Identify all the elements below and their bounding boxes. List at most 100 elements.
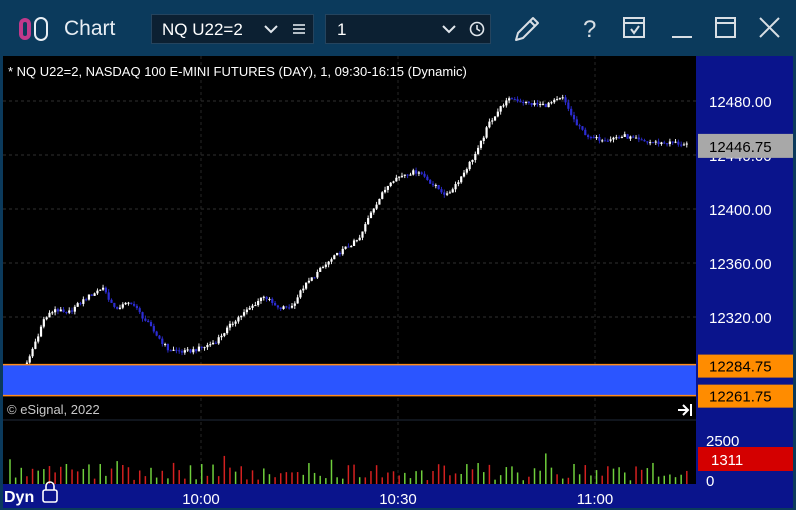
candle-body bbox=[45, 317, 48, 320]
candle-body bbox=[665, 143, 669, 145]
interval-input[interactable]: 1 bbox=[325, 14, 491, 44]
candle-body bbox=[429, 179, 432, 184]
time-tick-label: 11:00 bbox=[577, 491, 613, 508]
candle-body bbox=[172, 349, 175, 351]
candle-body bbox=[381, 192, 384, 199]
candle-body bbox=[612, 137, 615, 140]
candle-body bbox=[259, 297, 263, 301]
candle-body bbox=[203, 347, 206, 349]
candle-body bbox=[510, 98, 514, 100]
candle-body bbox=[680, 144, 683, 146]
candle-body bbox=[70, 310, 74, 312]
candle-body bbox=[409, 174, 412, 176]
candle-body bbox=[634, 137, 638, 139]
symbol-input[interactable]: NQ U22=2 bbox=[151, 14, 314, 44]
candle-body bbox=[567, 102, 570, 109]
candle-body bbox=[437, 185, 440, 190]
candle-body bbox=[601, 140, 604, 142]
candle-body bbox=[338, 252, 342, 255]
candle-body bbox=[609, 139, 612, 141]
candle-body bbox=[496, 111, 499, 117]
candle-body bbox=[564, 97, 567, 103]
help-icon[interactable]: ? bbox=[580, 15, 602, 43]
candle-body bbox=[519, 101, 522, 103]
candle-body bbox=[637, 137, 640, 140]
pencil-icon[interactable] bbox=[511, 13, 543, 45]
candle-body bbox=[352, 240, 356, 247]
candle-body bbox=[290, 305, 294, 308]
candle-body bbox=[39, 326, 43, 337]
candle-body bbox=[327, 261, 330, 265]
candle-body bbox=[62, 309, 65, 313]
candle-body bbox=[271, 298, 274, 303]
candle-body bbox=[575, 119, 578, 126]
minimize-icon[interactable] bbox=[670, 16, 694, 40]
time-tick-label: 10:00 bbox=[182, 491, 220, 508]
candle-body bbox=[316, 271, 319, 278]
candle-body bbox=[116, 306, 119, 309]
candle-body bbox=[488, 121, 491, 128]
maximize-icon[interactable] bbox=[714, 16, 738, 40]
candle-body bbox=[73, 306, 76, 312]
chevron-down-icon[interactable] bbox=[442, 24, 456, 34]
list-icon[interactable] bbox=[292, 23, 306, 35]
candle-body bbox=[361, 231, 364, 238]
candle-body bbox=[516, 99, 519, 102]
candle-body bbox=[186, 349, 189, 351]
candle-body bbox=[592, 137, 595, 139]
candle-body bbox=[660, 142, 663, 145]
price-chart[interactable]: 12480.0012440.0012400.0012360.0012320.00… bbox=[3, 56, 793, 508]
candle-body bbox=[336, 252, 339, 256]
candle-body bbox=[446, 193, 449, 195]
close-icon[interactable] bbox=[758, 16, 782, 40]
candle-body bbox=[640, 139, 643, 141]
candle-body bbox=[211, 342, 215, 345]
price-zone-band[interactable] bbox=[3, 364, 696, 396]
candle-body bbox=[606, 140, 609, 142]
candle-body bbox=[383, 189, 387, 193]
candle-body bbox=[505, 100, 508, 106]
candle-body bbox=[279, 307, 282, 309]
candle-body bbox=[524, 101, 528, 103]
candle-body bbox=[434, 185, 437, 187]
candle-body bbox=[460, 176, 463, 183]
candle-body bbox=[42, 319, 45, 327]
candle-body bbox=[527, 101, 530, 103]
candle-body bbox=[589, 137, 593, 139]
candle-body bbox=[37, 336, 40, 342]
candle-body bbox=[623, 134, 626, 137]
candle-body bbox=[369, 212, 373, 219]
candle-body bbox=[620, 136, 624, 138]
candle-body bbox=[643, 140, 646, 142]
candle-body bbox=[454, 184, 457, 190]
candle-body bbox=[581, 126, 584, 130]
candle-body bbox=[319, 267, 322, 272]
candle-body bbox=[344, 246, 347, 249]
copyright-text: © eSignal, 2022 bbox=[7, 402, 100, 417]
candle-body bbox=[392, 181, 395, 183]
candle-body bbox=[598, 137, 601, 141]
chevron-down-icon[interactable] bbox=[264, 24, 278, 34]
candle-body bbox=[558, 98, 561, 100]
candle-body bbox=[178, 350, 181, 352]
candle-body bbox=[273, 302, 277, 306]
candle-body bbox=[406, 174, 409, 176]
candle-body bbox=[400, 175, 404, 177]
clock-icon[interactable] bbox=[469, 21, 485, 37]
template-icon[interactable] bbox=[622, 15, 648, 41]
candle-body bbox=[541, 103, 545, 105]
window-title: Chart bbox=[64, 17, 116, 40]
candle-body bbox=[502, 105, 505, 107]
candle-body bbox=[671, 141, 674, 143]
candle-body bbox=[251, 305, 254, 308]
chart-panel[interactable]: 12480.0012440.0012400.0012360.0012320.00… bbox=[3, 56, 793, 508]
candle-body bbox=[99, 289, 102, 291]
svg-text:?: ? bbox=[583, 16, 596, 43]
candle-body bbox=[479, 140, 483, 148]
candle-body bbox=[254, 305, 257, 307]
candle-body bbox=[539, 104, 542, 106]
candle-body bbox=[152, 326, 155, 332]
candle-body bbox=[209, 344, 212, 346]
price-tick-label: 12400.00 bbox=[709, 202, 772, 219]
candle-body bbox=[333, 255, 336, 260]
